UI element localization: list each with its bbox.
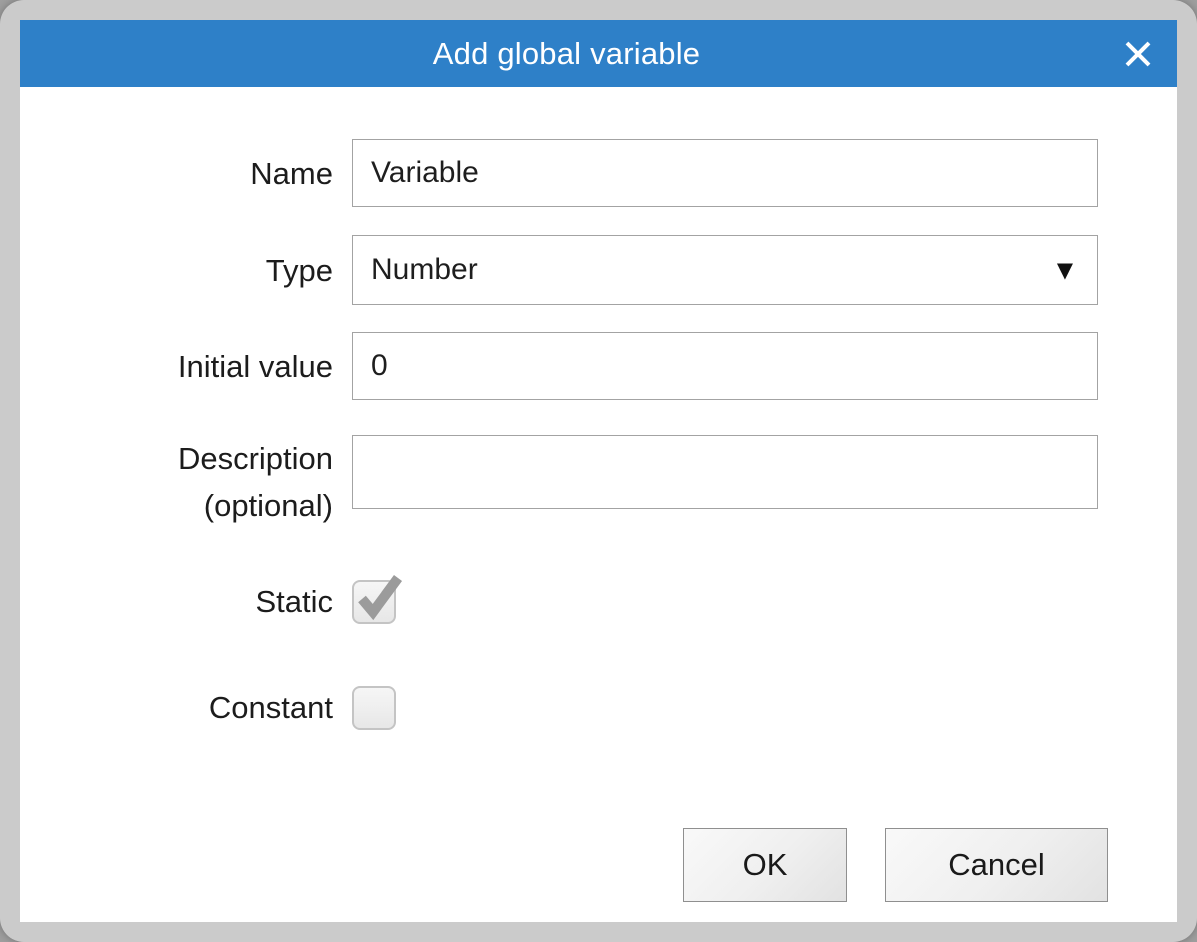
static-checkbox[interactable]: [352, 580, 396, 624]
description-input[interactable]: [352, 435, 1098, 509]
constant-checkbox[interactable]: [352, 686, 396, 730]
ok-button[interactable]: OK: [683, 828, 847, 902]
constant-label: Constant: [20, 686, 352, 730]
description-label: Description (optional): [20, 435, 352, 529]
description-row: Description (optional): [20, 435, 1098, 529]
name-row: Name: [20, 139, 1098, 207]
close-icon: [1124, 40, 1152, 68]
cancel-button[interactable]: Cancel: [885, 828, 1108, 902]
check-icon: [353, 571, 403, 621]
type-select-value: Number: [371, 253, 478, 287]
dialog-title: Add global variable: [433, 36, 764, 72]
constant-row: Constant: [20, 686, 1098, 730]
dialog-buttons: OK Cancel: [20, 828, 1177, 902]
initial-value-label: Initial value: [20, 332, 352, 400]
add-global-variable-dialog: Add global variable Name: [20, 20, 1177, 922]
close-button[interactable]: [1115, 31, 1161, 77]
screen: Add global variable Name: [0, 0, 1197, 942]
initial-value-input[interactable]: [352, 332, 1098, 400]
chevron-down-icon: ▼: [1057, 258, 1073, 282]
type-row: Type Number ▼: [20, 235, 1098, 305]
type-select[interactable]: Number ▼: [352, 235, 1098, 305]
static-label: Static: [20, 580, 352, 624]
type-label: Type: [20, 235, 352, 305]
static-row: Static: [20, 580, 1098, 624]
initial-value-row: Initial value: [20, 332, 1098, 400]
dialog-body: Name Type Number ▼: [20, 87, 1177, 922]
name-input[interactable]: [352, 139, 1098, 207]
variable-form: Name Type Number ▼: [20, 87, 1177, 902]
name-label: Name: [20, 139, 352, 207]
dialog-titlebar[interactable]: Add global variable: [20, 20, 1177, 87]
